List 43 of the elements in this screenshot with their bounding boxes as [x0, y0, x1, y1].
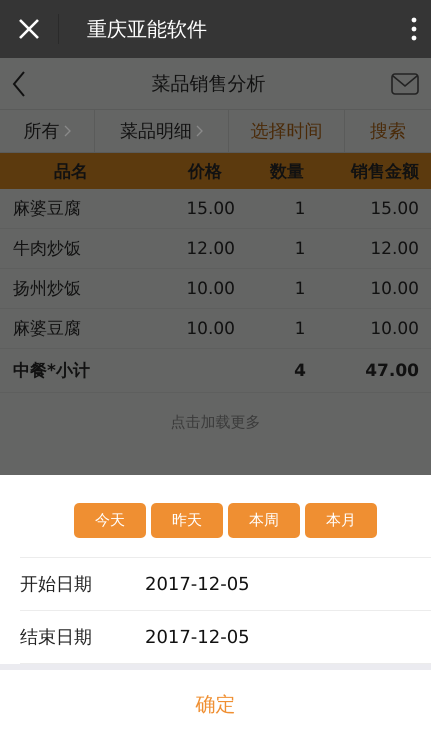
filter-dropdown[interactable]: 所有: [0, 110, 95, 152]
date-field[interactable]: 2017-12-05: [145, 574, 250, 594]
date-range-button[interactable]: 本周: [228, 503, 300, 538]
mail-icon[interactable]: [391, 72, 419, 94]
date-range-button[interactable]: 昨天: [151, 503, 223, 538]
table-cell-text: 47.00: [364, 360, 419, 380]
table-cell-text: 15.00: [369, 198, 419, 218]
chevron-icon: [64, 125, 70, 137]
table-cell-text: 10.00: [185, 318, 235, 338]
field-label: 结束日期: [20, 626, 93, 649]
column-header: 价格: [186, 160, 222, 182]
table-cell-text: 12.00: [369, 238, 419, 258]
table-cell-text: 1: [294, 238, 306, 258]
back-icon[interactable]: [12, 70, 26, 96]
field-label: 开始日期: [20, 573, 93, 596]
filter-dropdown[interactable]: 菜品明细: [95, 110, 229, 152]
table-cell-text: 12.00: [185, 238, 235, 258]
table-cell-text: 扬州炒饭: [13, 278, 82, 300]
table-cell-text: 10.00: [185, 278, 235, 298]
page-title: 菜品销售分析: [150, 72, 266, 96]
table-cell-text: 10.00: [369, 318, 419, 338]
filter-tab[interactable]: 选择时间: [229, 110, 345, 152]
table-cell-text: 15.00: [185, 198, 235, 218]
table-cell-text: 麻婆豆腐: [13, 198, 82, 220]
table-cell-text: 牛肉炒饭: [13, 238, 82, 260]
table-cell-text: 1: [294, 278, 306, 298]
table-cell-text: 4: [293, 360, 307, 380]
filter-tab[interactable]: 搜索: [345, 110, 431, 152]
more-icon[interactable]: [411, 17, 417, 41]
date-field[interactable]: 2017-12-05: [145, 626, 250, 648]
column-header: 销售金额: [350, 160, 419, 182]
table-cell-text: 1: [294, 318, 306, 338]
date-range-button[interactable]: 本月: [305, 503, 377, 538]
table-cell-text: 中餐*小计: [13, 360, 91, 382]
date-range-button[interactable]: 今天: [74, 503, 146, 538]
window-title: 重庆亚能软件: [87, 16, 208, 42]
chevron-icon: [196, 125, 203, 137]
table-cell-text: 1: [294, 198, 306, 218]
column-header: 数量: [268, 160, 305, 182]
table-cell-text: 10.00: [369, 278, 419, 298]
table-cell-text: 麻婆豆腐: [13, 318, 82, 340]
column-header: 品名: [53, 160, 89, 182]
close-icon[interactable]: [18, 18, 40, 40]
